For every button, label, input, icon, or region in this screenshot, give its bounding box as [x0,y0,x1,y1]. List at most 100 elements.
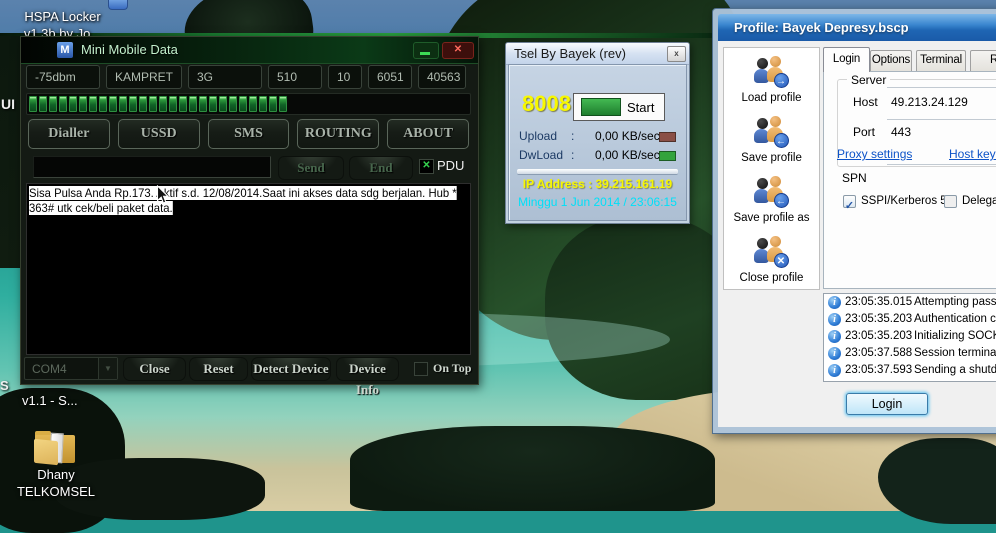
log-timestamp: 23:05:37.588 [845,347,912,359]
detect-device-button[interactable]: Detect Device [251,357,331,381]
sidebar-item-label: Save profile as [724,212,819,224]
field-divider [887,87,996,88]
signal-segment [119,96,127,112]
host-value[interactable]: 49.213.24.129 [891,95,968,109]
close-button[interactable]: Close [123,357,186,381]
log-timestamp: 23:05:37.593 [845,364,912,376]
log-timestamp: 23:05:35.203 [845,330,912,342]
background-text-fragment: S [0,378,9,393]
badge-icon: ✕ [774,253,789,268]
on-top-checkbox[interactable] [414,362,428,376]
log-entry: i23:05:37.593Sending a shutdo [824,362,996,379]
delegation-checkbox[interactable] [944,195,957,208]
sidebar-item-close-profile[interactable]: ✕ Close profile [724,236,819,287]
delegation-label: Delega [962,195,996,207]
message-input[interactable] [33,156,271,178]
signal-segment [69,96,77,112]
sms-text-area[interactable]: Sisa Pulsa Anda Rp.173. Aktif s.d. 12/08… [26,183,471,355]
wallpaper-rocks [878,438,996,524]
tsel-by-bayek-window: Tsel By Bayek (rev) x 8008 Start Upload … [505,42,690,224]
signal-segment [219,96,227,112]
signal-segment [279,96,287,112]
port-value[interactable]: 443 [891,125,911,139]
nav-button-dialler[interactable]: Dialler [28,119,110,149]
sspi-kerberos-checkbox[interactable]: ✓ [843,195,856,208]
signal-segment [109,96,117,112]
status-field: KAMPRET [106,65,182,89]
status-field: 3G [188,65,262,89]
download-indicator [659,151,676,161]
signal-segment [59,96,67,112]
signal-segment [199,96,207,112]
tab-terminal[interactable]: Terminal [916,50,966,71]
badge-icon: → [774,73,789,88]
profile-people-icon: ← [754,116,790,150]
profile-people-icon: ✕ [754,236,790,270]
end-button[interactable]: End [349,156,413,180]
title-bar[interactable]: Profile: Bayek Depresy.bscp [718,14,996,41]
sidebar-item-save-profile[interactable]: ←Save profile [724,116,819,167]
title-bar[interactable]: M Mini Mobile Data ✕ [21,37,478,64]
reset-button[interactable]: Reset [189,357,248,381]
sidebar-item-load-profile[interactable]: → Load profile [724,56,819,107]
nav-button-sms[interactable]: SMS [208,119,290,149]
send-button[interactable]: Send [278,156,344,180]
minimize-button[interactable] [413,42,439,59]
window-title: Mini Mobile Data [81,42,178,57]
tab-login[interactable]: Login [823,47,870,72]
nav-button-ussd[interactable]: USSD [118,119,200,149]
separator [517,169,678,175]
chevron-down-icon[interactable]: ▼ [98,358,117,379]
log-message: Session terminate [914,347,996,359]
signal-segment [239,96,247,112]
badge-icon: ← [774,193,789,208]
info-icon: i [828,364,841,377]
folder-icon[interactable] [33,428,79,466]
signal-segment [149,96,157,112]
desktop-icon-label[interactable]: v1.1 - S... [22,392,92,409]
sidebar-item-label: Load profile [724,92,819,104]
signal-strength-bar [26,93,471,115]
host-label: Host [853,95,878,109]
signal-segment [169,96,177,112]
bottom-bar: COM4 ▼ On Top CloseResetDetect DeviceDev… [21,357,478,381]
proxy-settings-link[interactable]: Proxy settings [837,147,912,161]
mouse-cursor [156,185,169,205]
field-divider [887,164,996,165]
host-key-link[interactable]: Host key m [949,147,996,161]
tsel-panel: 8008 Start Upload : 0,00 KB/sec DwLoad :… [508,64,687,221]
close-button[interactable]: ✕ [442,42,474,59]
nav-button-about[interactable]: ABOUT [387,119,469,149]
desktop: { "colors": { "signal_green": "#3ddc55",… [0,0,996,511]
log-message: Initializing SOCKS [914,330,996,342]
login-button[interactable]: Login [846,393,928,415]
pdu-checkbox[interactable]: ✕ [419,159,434,174]
tab-remo[interactable]: Remo [970,50,996,71]
session-log-list[interactable]: i23:05:35.015Attempting passwi23:05:35.2… [823,293,996,382]
upload-indicator [659,132,676,142]
profile-sidebar: →Load profile←Save profile←Save profile … [723,47,820,290]
log-message: Authentication co [914,313,996,325]
nav-button-routing[interactable]: ROUTING [297,119,379,149]
start-button[interactable]: Start [573,93,665,121]
info-icon: i [828,296,841,309]
signal-segment [269,96,277,112]
wallpaper-rocks [350,426,715,511]
signal-segment [129,96,137,112]
device-info-button[interactable]: Device Info [336,357,399,381]
signal-segment [139,96,147,112]
close-button[interactable]: x [667,46,686,62]
log-timestamp: 23:05:35.203 [845,313,912,325]
tab-options[interactable]: Options [870,50,912,71]
log-entry: i23:05:35.203Authentication co [824,311,996,328]
signal-segment [79,96,87,112]
background-text-fragment: UI [1,96,15,112]
app-icon: M [57,42,73,58]
title-bar[interactable]: Tsel By Bayek (rev) x [506,43,689,65]
sidebar-item-save-profile-as[interactable]: ← Save profile as [724,176,819,227]
desktop-icon-label[interactable]: Dhany TELKOMSEL [0,466,112,500]
sidebar-item-label: Close profile [724,272,819,284]
mini-mobile-data-window: M Mini Mobile Data ✕ -75dbmKAMPRET3G5101… [20,36,479,385]
sspi-kerberos-label: SSPI/Kerberos 5 [861,195,947,207]
com-port-select[interactable]: COM4 ▼ [24,357,118,380]
